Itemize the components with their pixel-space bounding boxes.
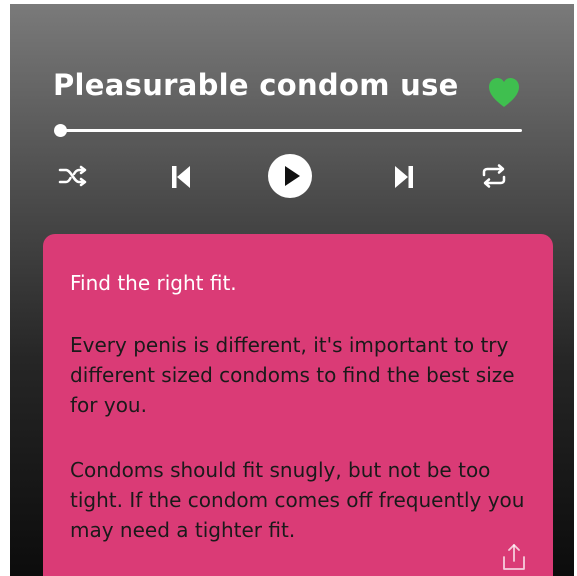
shuffle-icon[interactable] — [57, 164, 89, 188]
next-icon[interactable] — [393, 165, 415, 189]
lyrics-card: Find the right fit. Every penis is diffe… — [43, 234, 553, 576]
heart-icon[interactable] — [486, 76, 522, 108]
track-title: Pleasurable condom use — [53, 68, 459, 102]
play-button[interactable] — [267, 153, 313, 199]
player-screen: Pleasurable condom use Find the right fi… — [10, 4, 574, 576]
card-paragraph-1: Every penis is different, it's important… — [70, 333, 515, 417]
card-heading: Find the right fit. — [70, 271, 237, 295]
progress-knob[interactable] — [54, 124, 67, 137]
card-paragraph-2: Condoms should fit snugly, but not be to… — [70, 458, 525, 542]
share-icon[interactable] — [500, 542, 528, 572]
repeat-icon[interactable] — [480, 163, 508, 189]
previous-icon[interactable] — [170, 165, 192, 189]
progress-track[interactable] — [60, 129, 522, 132]
